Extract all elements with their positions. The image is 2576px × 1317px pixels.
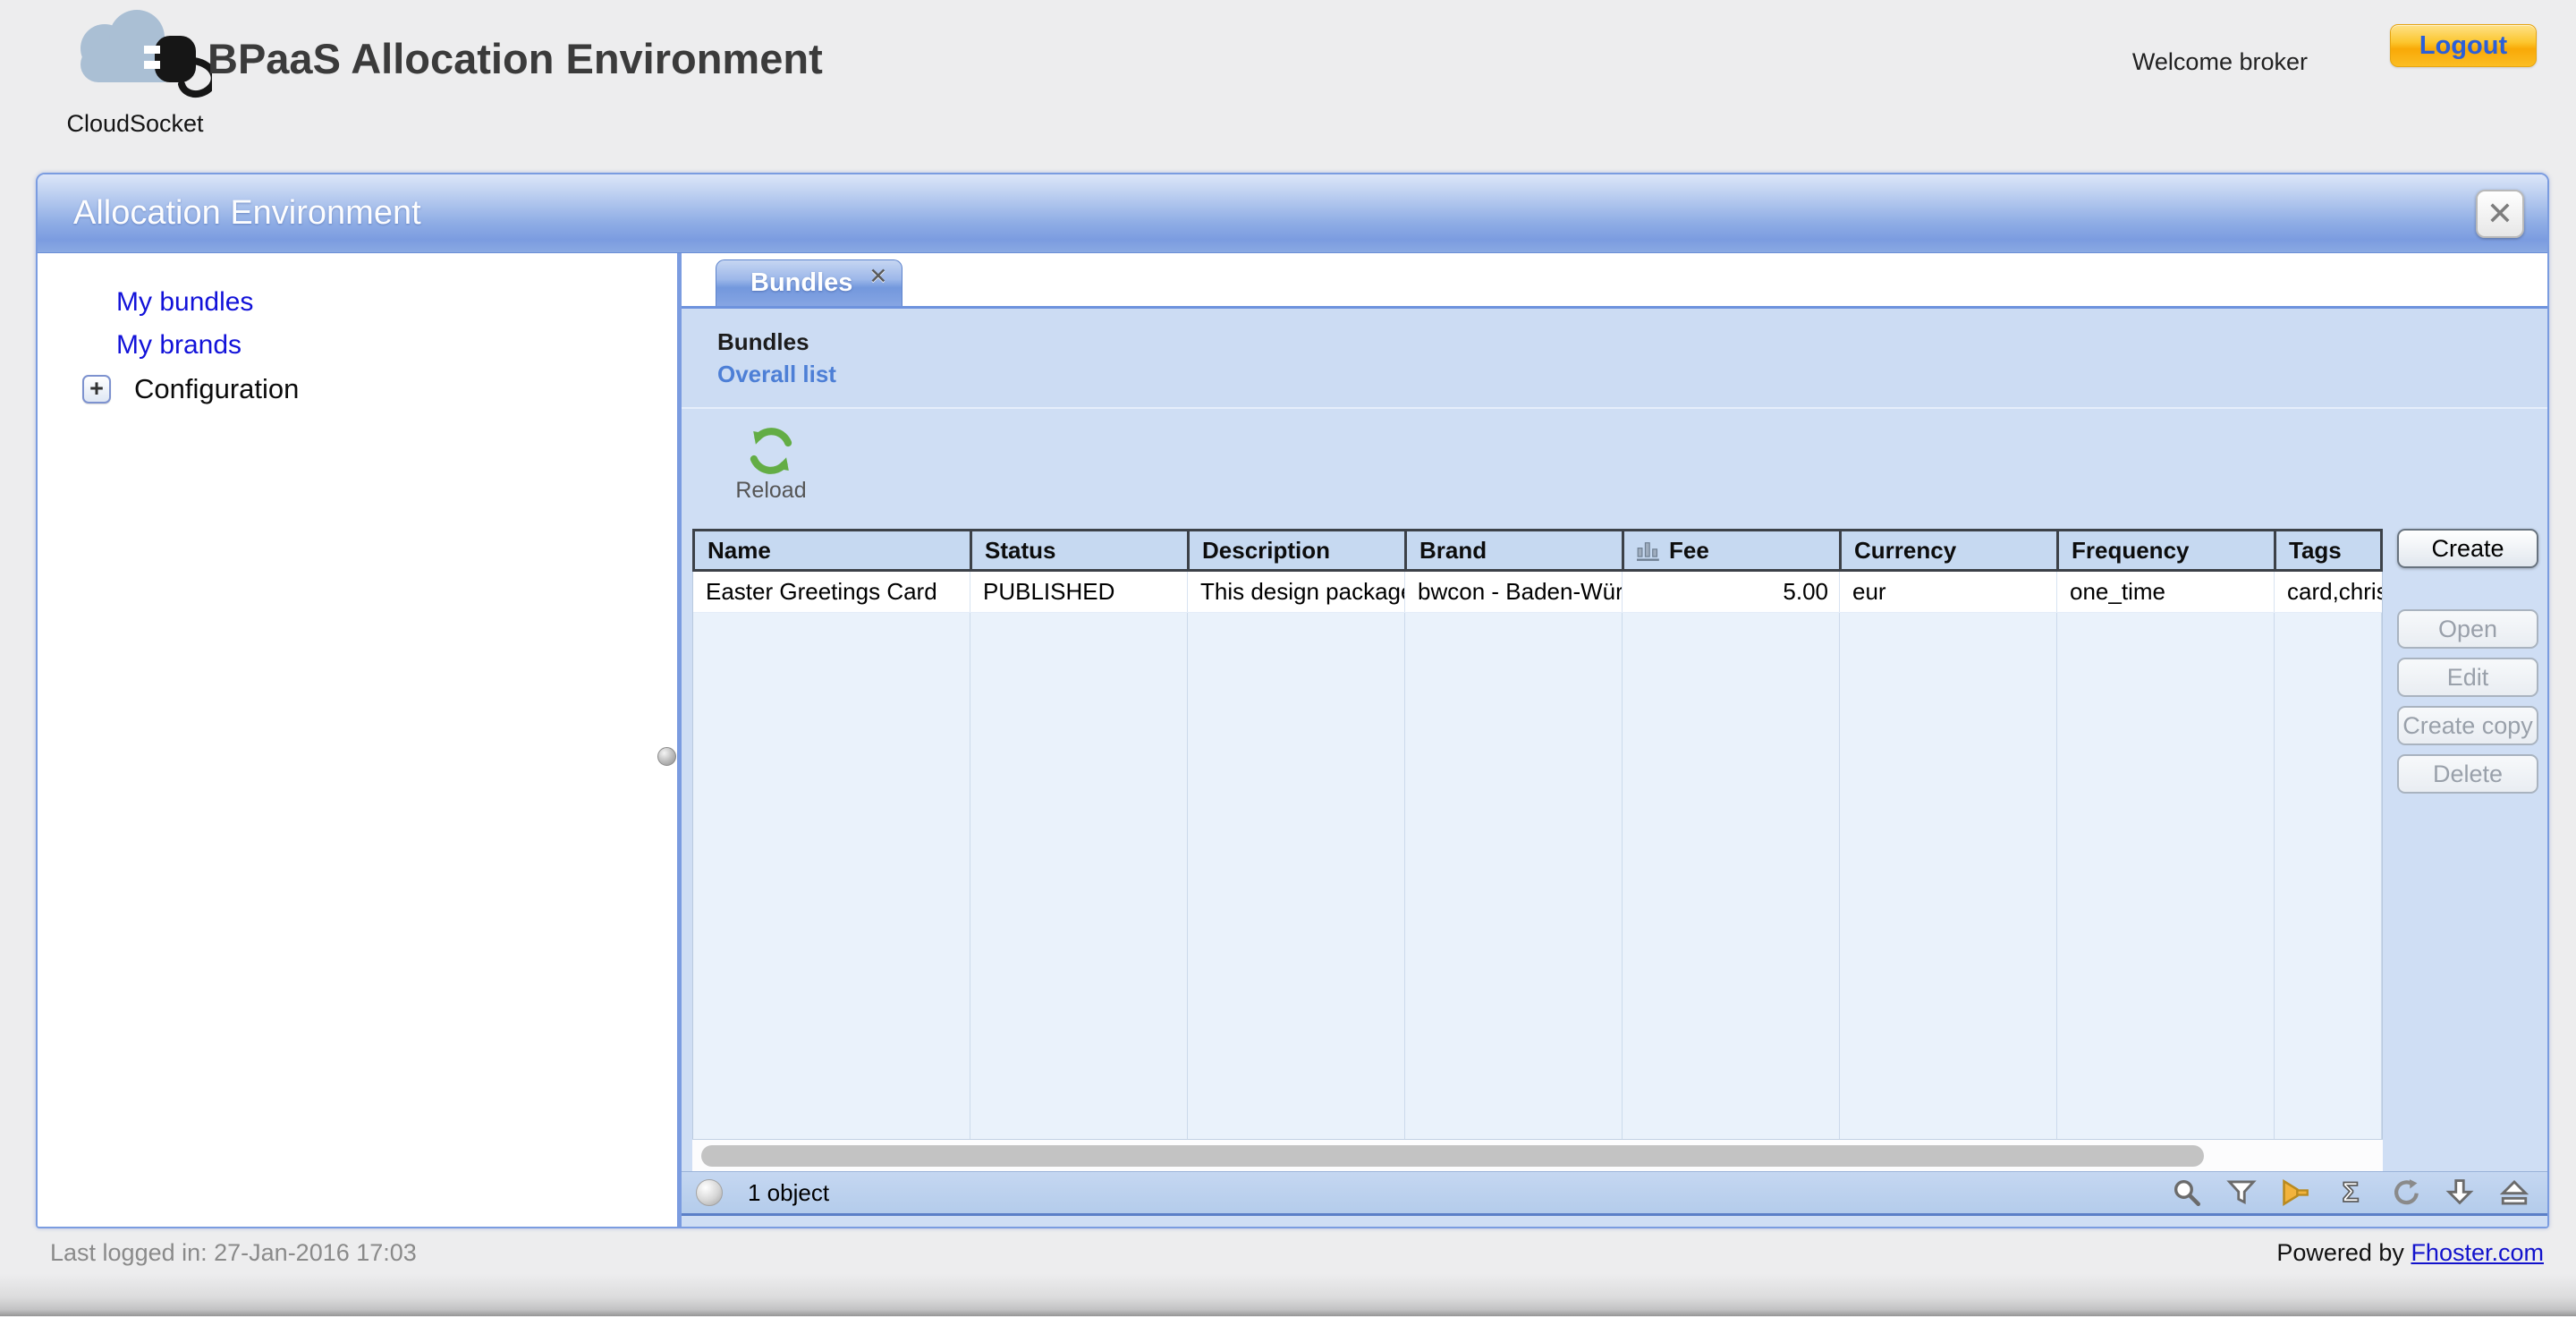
status-bar: 1 object Σ <box>682 1171 2547 1216</box>
cell-status: PUBLISHED <box>970 572 1188 612</box>
object-count: 1 object <box>748 1179 829 1207</box>
horizontal-scrollbar[interactable] <box>692 1139 2383 1171</box>
app-footer: Last logged in: 27-Jan-2016 17:03 Powere… <box>0 1228 2576 1317</box>
scrollbar-thumb[interactable] <box>701 1145 2204 1167</box>
main-content: Bundles ✕ Bundles Overall list Reload <box>682 253 2547 1227</box>
expand-plus-icon[interactable]: + <box>82 375 111 404</box>
breadcrumb: Bundles Overall list <box>682 309 2547 407</box>
status-sphere-icon <box>696 1179 723 1206</box>
cloudsocket-logo: CloudSocket <box>50 5 220 138</box>
reload-icon <box>747 427 795 475</box>
sidebar-splitter[interactable] <box>677 253 682 1227</box>
sidebar-item-configuration[interactable]: + Configuration <box>82 373 677 405</box>
configuration-label: Configuration <box>134 373 299 405</box>
column-header-frequency[interactable]: Frequency <box>2059 531 2276 569</box>
sidebar-item-my-brands[interactable]: My brands <box>116 330 242 361</box>
reload-button[interactable]: Reload <box>728 427 814 504</box>
open-button[interactable]: Open <box>2397 609 2538 649</box>
tab-strip: Bundles ✕ <box>682 253 2547 309</box>
column-header-description[interactable]: Description <box>1190 531 1407 569</box>
filter-icon[interactable] <box>2226 1177 2257 1208</box>
column-header-fee[interactable]: Fee <box>1624 531 1842 569</box>
window-title: Allocation Environment <box>73 194 421 232</box>
action-buttons: Create Open Edit Create copy Delete <box>2383 529 2547 1171</box>
cell-name: Easter Greetings Card <box>693 572 970 612</box>
cell-description: This design package <box>1188 572 1405 612</box>
sidebar-item-my-bundles[interactable]: My bundles <box>116 287 253 318</box>
column-header-brand[interactable]: Brand <box>1407 531 1624 569</box>
sum-icon[interactable]: Σ <box>2335 1177 2366 1208</box>
reload-label: Reload <box>735 478 806 504</box>
bottom-strip <box>0 1274 2576 1316</box>
brand-text: CloudSocket <box>50 110 220 138</box>
toolbar: Reload <box>682 407 2547 522</box>
refresh-icon[interactable] <box>2390 1177 2420 1208</box>
column-header-name[interactable]: Name <box>695 531 972 569</box>
powered-by: Powered by Fhoster.com <box>2276 1239 2544 1267</box>
edit-button[interactable]: Edit <box>2397 658 2538 697</box>
column-header-currency[interactable]: Currency <box>1842 531 2059 569</box>
app-header: CloudSocket BPaaS Allocation Environment… <box>0 0 2576 152</box>
work-area: Name Status Description Brand Fee <box>682 522 2547 1171</box>
page-title: BPaaS Allocation Environment <box>208 34 823 83</box>
sidebar: My bundles My brands + Configuration <box>38 253 677 1227</box>
column-header-status[interactable]: Status <box>972 531 1190 569</box>
delete-button[interactable]: Delete <box>2397 754 2538 794</box>
create-copy-button[interactable]: Create copy <box>2397 706 2538 745</box>
cell-currency: eur <box>1840 572 2057 612</box>
cell-tags: card,christ <box>2275 572 2382 612</box>
welcome-text: Welcome broker <box>2132 48 2308 76</box>
eject-icon[interactable] <box>2499 1177 2529 1208</box>
tab-close-icon[interactable]: ✕ <box>869 263 887 290</box>
table-row[interactable]: Easter Greetings Card PUBLISHED This des… <box>693 572 2382 613</box>
window-titlebar: Allocation Environment ✕ <box>38 174 2547 253</box>
splitter-handle-icon[interactable] <box>657 747 676 766</box>
fhoster-link[interactable]: Fhoster.com <box>2411 1239 2544 1266</box>
tab-bundles[interactable]: Bundles ✕ <box>716 259 902 306</box>
cloud-plug-icon <box>58 5 212 111</box>
logout-button[interactable]: Logout <box>2390 24 2537 67</box>
breadcrumb-section: Bundles <box>717 328 2547 356</box>
create-button[interactable]: Create <box>2397 529 2538 568</box>
table-header-row: Name Status Description Brand Fee <box>692 529 2383 572</box>
column-header-tags[interactable]: Tags <box>2276 531 2380 569</box>
bundles-table: Name Status Description Brand Fee <box>692 529 2383 1171</box>
tab-label: Bundles <box>750 268 852 298</box>
cell-frequency: one_time <box>2057 572 2275 612</box>
cell-brand: bwcon - Baden-Württ <box>1405 572 1623 612</box>
status-bar-icons: Σ <box>2172 1177 2529 1208</box>
quick-filter-icon[interactable] <box>2281 1177 2311 1208</box>
cell-fee: 5.00 <box>1623 572 1840 612</box>
table-body: Easter Greetings Card PUBLISHED This des… <box>692 572 2383 1139</box>
last-login-text: Last logged in: 27-Jan-2016 17:03 <box>50 1239 417 1267</box>
svg-text:Σ: Σ <box>2343 1177 2360 1208</box>
breadcrumb-view-link[interactable]: Overall list <box>717 361 836 388</box>
window-body: My bundles My brands + Configuration Bun… <box>38 253 2547 1227</box>
zoom-icon[interactable] <box>2172 1177 2202 1208</box>
bar-chart-icon <box>1637 540 1660 561</box>
window-close-button[interactable]: ✕ <box>2476 190 2524 238</box>
allocation-environment-window: Allocation Environment ✕ My bundles My b… <box>36 173 2549 1228</box>
download-icon[interactable] <box>2445 1177 2475 1208</box>
